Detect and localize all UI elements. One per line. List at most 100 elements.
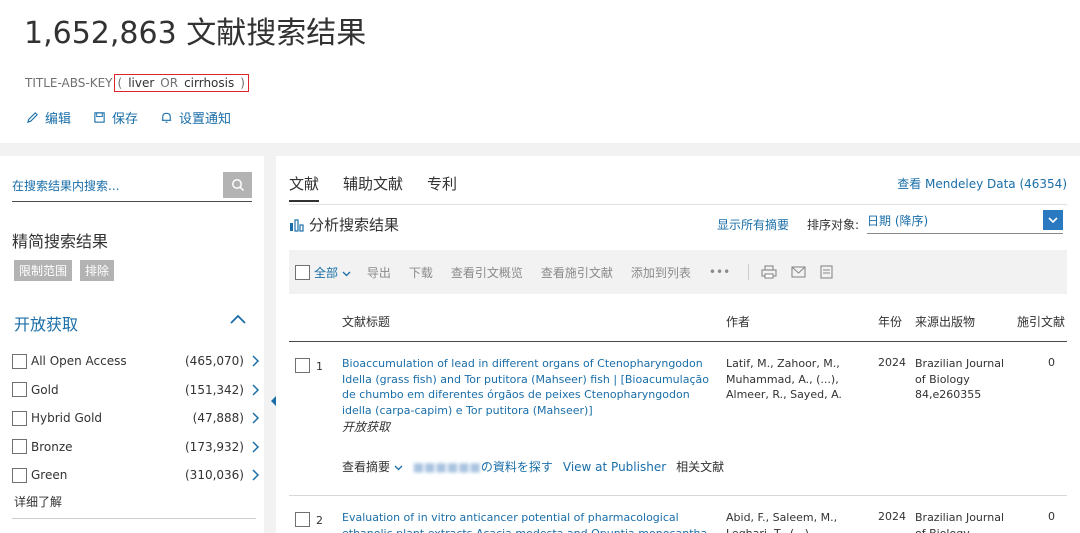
result-checkbox[interactable]	[295, 512, 310, 527]
result-tabs: 文献 辅助文献 专利	[289, 173, 457, 202]
result-cited-by: 0	[1048, 510, 1055, 523]
edit-button[interactable]: 编辑	[26, 108, 71, 127]
col-year[interactable]: 年份	[878, 313, 902, 330]
result-year: 2024	[878, 356, 906, 369]
export-button[interactable]: 导出	[367, 264, 391, 281]
query-close-paren: )	[240, 76, 245, 90]
search-query: TITLE-ABS-KEY ( liver OR cirrhosis )	[25, 74, 249, 92]
oa-filter-gold: Gold (151,342)	[12, 376, 260, 405]
result-title-link[interactable]: Evaluation of in vitro anticancer potent…	[342, 510, 720, 533]
print-button[interactable]	[761, 265, 777, 279]
oa-filter-label: Bronze	[31, 439, 73, 454]
open-access-heading[interactable]: 开放获取	[14, 311, 78, 335]
search-within-input[interactable]	[12, 172, 217, 200]
table-row: 2 Evaluation of in vitro anticancer pote…	[289, 510, 1067, 533]
chevron-right-icon[interactable]	[252, 412, 260, 424]
sort-label: 排序对象:	[807, 218, 860, 232]
col-source[interactable]: 来源出版物	[915, 313, 975, 330]
result-source[interactable]: Brazilian Journal of Biology	[915, 510, 1005, 533]
oa-filter-count: (151,342)	[185, 382, 244, 397]
mendeley-data-link[interactable]: 查看 Mendeley Data (46354)	[897, 175, 1067, 192]
tab-secondary-documents[interactable]: 辅助文献	[343, 173, 403, 202]
col-authors[interactable]: 作者	[726, 313, 750, 330]
library-link-label: の資料を探す	[480, 460, 553, 474]
checkbox[interactable]	[12, 467, 27, 483]
bibliography-button[interactable]	[820, 265, 833, 279]
search-header: 1,652,863 文献搜索结果 TITLE-ABS-KEY ( liver O…	[0, 0, 1080, 143]
query-open-paren: (	[117, 76, 123, 90]
oa-filter-count: (465,070)	[185, 354, 244, 369]
view-abstract-label: 查看摘要	[342, 460, 391, 474]
view-abstract-toggle[interactable]: 查看摘要	[342, 458, 403, 475]
view-at-publisher-link[interactable]: View at Publisher	[563, 460, 666, 474]
result-title-link[interactable]: Bioaccumulation of lead in different org…	[342, 356, 720, 418]
query-term-cirrhosis: cirrhosis	[184, 76, 235, 90]
col-cited-by[interactable]: 施引文献	[1017, 313, 1065, 330]
checkbox[interactable]	[12, 410, 27, 426]
oa-filter-count: (47,888)	[192, 411, 244, 426]
related-documents-link[interactable]: 相关文献	[676, 458, 724, 475]
chevron-right-icon[interactable]	[252, 384, 260, 396]
table-row: 1 Bioaccumulation of lead in different o…	[289, 356, 1067, 486]
row-divider	[289, 495, 1067, 496]
sort-value: 日期 (降序)	[867, 214, 929, 228]
result-source[interactable]: Brazilian Journal of Biology 84,e260355	[915, 356, 1005, 403]
refine-sidebar: 精简搜索结果 限制范围 排除 开放获取 All Open Access (465…	[0, 156, 264, 533]
refine-buttons: 限制范围 排除	[14, 260, 115, 281]
sort-select[interactable]: 日期 (降序)	[867, 210, 1063, 234]
results-table-header: 文献标题 作者 年份 来源出版物 施引文献	[289, 308, 1067, 342]
chevron-up-icon[interactable]	[230, 314, 246, 324]
search-within-results	[12, 172, 252, 202]
analyze-results-button[interactable]: 分析搜索结果	[289, 214, 399, 235]
oa-filter-green: Green (310,036)	[12, 461, 260, 490]
print-icon	[761, 265, 777, 279]
tab-documents[interactable]: 文献	[289, 173, 320, 202]
bar-chart-icon	[290, 218, 304, 232]
oa-filter-label: Hybrid Gold	[31, 411, 103, 426]
checkbox[interactable]	[12, 353, 27, 369]
add-to-list-button[interactable]: 添加到列表	[631, 264, 691, 281]
learn-more-link[interactable]: 详细了解	[14, 493, 62, 510]
query-highlight-box: ( liver OR cirrhosis )	[113, 74, 249, 92]
result-checkbox[interactable]	[295, 358, 310, 373]
limit-to-button[interactable]: 限制范围	[14, 260, 73, 281]
save-label: 保存	[112, 112, 139, 127]
select-all-checkbox[interactable]	[295, 264, 310, 280]
chevron-right-icon[interactable]	[252, 355, 260, 367]
result-authors[interactable]: Abid, F., Saleem, M., Leghari, T., (...)…	[726, 510, 866, 533]
tab-patents[interactable]: 专利	[427, 173, 457, 202]
result-number: 2	[316, 514, 323, 527]
query-term-liver: liver	[128, 76, 155, 90]
chevron-right-icon[interactable]	[252, 441, 260, 453]
result-number: 1	[316, 360, 323, 373]
sort-dropdown-button[interactable]	[1043, 210, 1063, 230]
exclude-button[interactable]: 排除	[80, 260, 115, 281]
col-title[interactable]: 文献标题	[342, 313, 390, 330]
checkbox[interactable]	[12, 439, 27, 455]
oa-filter-label: Green	[31, 468, 68, 483]
search-within-button[interactable]	[223, 172, 252, 198]
cited-by-button[interactable]: 查看施引文献	[541, 264, 613, 281]
set-alert-button[interactable]: 设置通知	[160, 108, 231, 127]
bell-icon	[161, 112, 172, 123]
select-all-dropdown[interactable]: 全部	[314, 264, 351, 281]
query-actions: 编辑 保存 设置通知	[26, 108, 231, 127]
result-cited-by: 0	[1048, 356, 1055, 369]
chevron-right-icon[interactable]	[252, 469, 260, 481]
oa-filter-label: Gold	[31, 382, 59, 397]
show-all-abstracts-link[interactable]: 显示所有摘要	[717, 216, 789, 233]
download-button[interactable]: 下载	[409, 264, 433, 281]
oa-filter-count: (310,036)	[185, 468, 244, 483]
checkbox[interactable]	[12, 382, 27, 398]
analyze-label: 分析搜索结果	[309, 216, 400, 234]
save-button[interactable]: 保存	[93, 108, 138, 127]
citation-overview-button[interactable]: 查看引文概览	[451, 264, 523, 281]
more-options-button[interactable]: •••	[709, 265, 730, 279]
email-button[interactable]	[791, 266, 806, 278]
result-year: 2024	[878, 510, 906, 523]
email-icon	[791, 266, 806, 278]
oa-filter-count: (173,932)	[185, 439, 244, 454]
library-holdings-link[interactable]: ■■■■■■の資料を探す	[413, 458, 553, 475]
result-authors[interactable]: Latif, M., Zahoor, M., Muhammad, A., (..…	[726, 356, 866, 403]
select-all-label: 全部	[314, 265, 339, 280]
